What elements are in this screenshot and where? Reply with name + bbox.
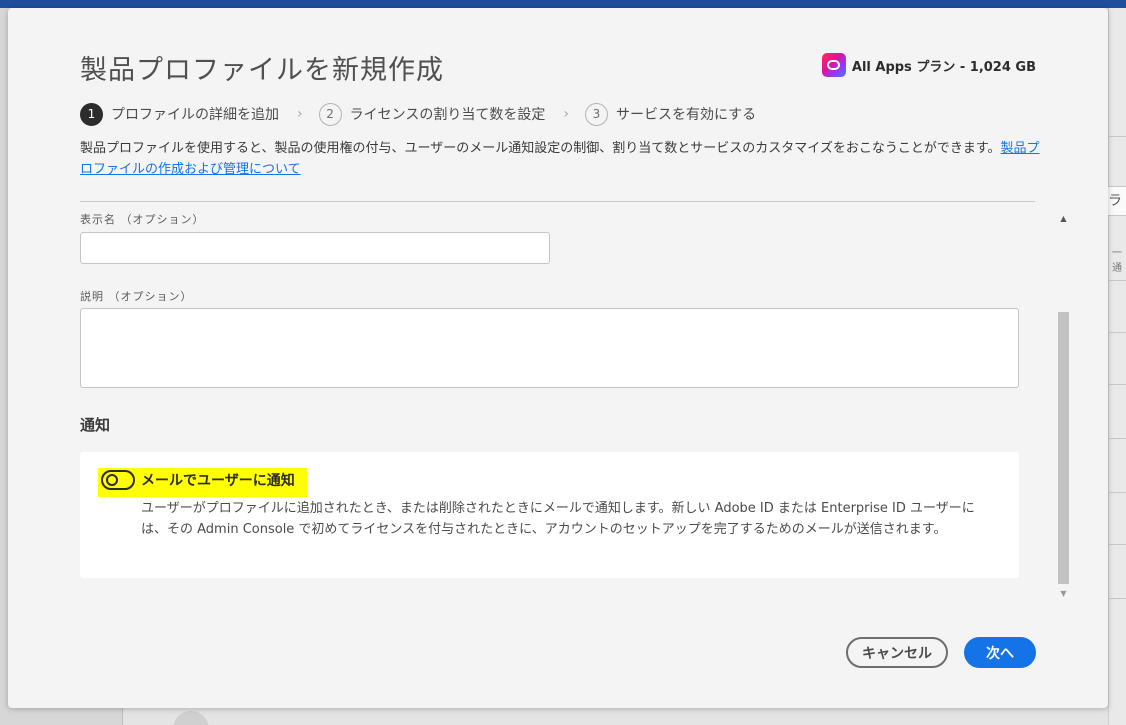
divider	[80, 201, 1035, 202]
description-label: 説明 （オプション）	[80, 290, 193, 303]
dialog-title: 製品プロファイルを新規作成	[80, 55, 444, 86]
display-name-label: 表示名 （オプション）	[80, 213, 205, 226]
notify-toggle-switch[interactable]	[101, 470, 135, 490]
create-product-profile-dialog: 製品プロファイルを新規作成 All Apps プラン - 1,024 GB 1 …	[8, 8, 1108, 708]
step-2-number: 2	[318, 102, 342, 126]
intro-paragraph: 製品プロファイルを使用すると、製品の使用権の付与、ユーザーのメール通知設定の制御…	[80, 138, 1040, 180]
step-indicator: 1 プロファイルの詳細を追加 › 2 ライセンスの割り当て数を設定 › 3 サー…	[80, 102, 756, 126]
chevron-right-icon: ›	[297, 106, 303, 122]
intro-text: 製品プロファイルを使用すると、製品の使用権の付与、ユーザーのメール通知設定の制御…	[80, 141, 1001, 156]
background-text: 一通	[1112, 248, 1122, 274]
step-1-label: プロファイルの詳細を追加	[111, 107, 279, 123]
step-1-number: 1	[80, 102, 103, 126]
notify-toggle-label: メールでユーザーに通知	[141, 473, 295, 489]
step-2-label: ライセンスの割り当て数を設定	[349, 107, 546, 123]
notify-description: ユーザーがプロファイルに追加されたとき、または削除されたときにメールで通知します…	[141, 501, 975, 537]
scrollbar[interactable]: ▲ ▼	[1057, 214, 1070, 599]
step-1: 1 プロファイルの詳細を追加	[80, 102, 279, 126]
step-2: 2 ライセンスの割り当て数を設定	[318, 102, 546, 126]
notifications-heading: 通知	[80, 416, 111, 434]
next-button[interactable]: 次へ	[964, 637, 1036, 668]
chevron-right-icon: ›	[563, 106, 569, 122]
plan-badge: All Apps プラン - 1,024 GB	[821, 52, 1036, 78]
background-avatar	[173, 711, 209, 725]
display-name-input[interactable]	[80, 232, 550, 264]
toggle-knob	[106, 474, 118, 486]
top-app-bar	[0, 0, 1126, 8]
plan-label: All Apps プラン - 1,024 GB	[851, 59, 1036, 75]
notification-card: メールでユーザーに通知 ユーザーがプロファイルに追加されたとき、または削除された…	[80, 452, 1019, 578]
scroll-down-arrow-icon[interactable]: ▼	[1057, 589, 1070, 599]
step-3-label: サービスを有効にする	[615, 107, 757, 123]
background-footer	[122, 708, 1108, 725]
background-page	[1108, 8, 1126, 725]
cancel-button[interactable]: キャンセル	[846, 637, 948, 668]
creative-cloud-icon	[821, 53, 846, 77]
step-3: 3 サービスを有効にする	[584, 102, 757, 126]
step-3-number: 3	[584, 102, 608, 126]
description-textarea[interactable]	[80, 308, 1019, 388]
scroll-up-arrow-icon[interactable]: ▲	[1057, 214, 1070, 224]
scrollbar-thumb[interactable]	[1058, 312, 1069, 584]
